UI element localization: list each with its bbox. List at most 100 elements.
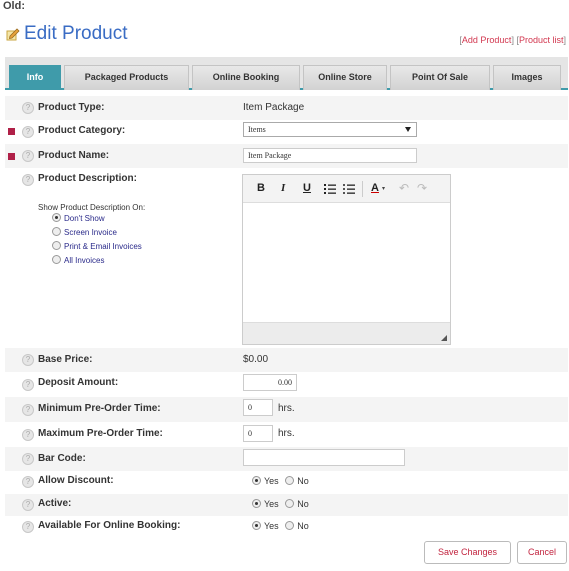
radio-yes[interactable] bbox=[252, 499, 261, 508]
row-bar-code: ? Bar Code: bbox=[5, 447, 568, 471]
bracket-separator: ] [ bbox=[511, 35, 519, 45]
tab-online-store[interactable]: Online Store bbox=[303, 65, 387, 90]
help-icon[interactable]: ? bbox=[22, 521, 34, 533]
toolbar-divider bbox=[362, 181, 363, 197]
ordered-list-icon[interactable] bbox=[324, 183, 336, 194]
undo-icon[interactable]: ↶ bbox=[399, 181, 409, 195]
editor-statusbar bbox=[243, 322, 450, 344]
base-price-value: $0.00 bbox=[243, 354, 269, 365]
bold-button[interactable]: B bbox=[257, 182, 265, 194]
radio-no-label: No bbox=[297, 476, 309, 486]
online-booking-label: Available For Online Booking: bbox=[38, 520, 181, 531]
bar-code-input[interactable] bbox=[243, 449, 405, 466]
product-category-selected: Items bbox=[248, 125, 266, 134]
save-changes-button[interactable]: Save Changes bbox=[424, 541, 511, 564]
product-description-label: Product Description: bbox=[38, 173, 137, 184]
radio-label: Print & Email Invoices bbox=[64, 242, 142, 251]
radio-no[interactable] bbox=[285, 499, 295, 508]
radio-screen-invoice[interactable]: Screen Invoice bbox=[52, 227, 117, 237]
help-icon[interactable]: ? bbox=[22, 174, 34, 186]
title-links: [Add Product] [Product list] bbox=[459, 35, 566, 45]
radio-yes[interactable] bbox=[252, 476, 261, 485]
bullet-list-icon[interactable] bbox=[343, 183, 355, 194]
show-description-label: Show Product Description On: bbox=[38, 203, 146, 212]
radio-yes[interactable] bbox=[252, 521, 261, 530]
online-booking-radios: Yes No bbox=[252, 521, 309, 531]
italic-button[interactable]: I bbox=[281, 182, 285, 194]
bar-code-label: Bar Code: bbox=[38, 453, 86, 464]
radio-yes-label: Yes bbox=[264, 476, 279, 486]
help-icon[interactable]: ? bbox=[22, 476, 34, 488]
help-icon[interactable]: ? bbox=[22, 150, 34, 162]
tab-bar: Info Packaged Products Online Booking On… bbox=[5, 57, 568, 90]
max-preorder-label: Maximum Pre-Order Time: bbox=[38, 428, 163, 439]
required-marker bbox=[8, 128, 15, 135]
tab-point-of-sale[interactable]: Point Of Sale bbox=[390, 65, 490, 90]
row-active: ? Active: Yes No bbox=[5, 494, 568, 516]
product-name-label: Product Name: bbox=[38, 150, 110, 161]
row-deposit-amount: ? Deposit Amount: 0.00 bbox=[5, 372, 568, 397]
chevron-down-icon bbox=[405, 127, 411, 132]
product-category-label: Product Category: bbox=[38, 125, 126, 136]
product-type-label: Product Type: bbox=[38, 102, 105, 113]
title-row: Edit Product [Add Product] [Product list… bbox=[6, 22, 566, 46]
radio-all-invoices[interactable]: All Invoices bbox=[52, 255, 104, 265]
min-preorder-label: Minimum Pre-Order Time: bbox=[38, 403, 161, 414]
row-min-preorder: ? Minimum Pre-Order Time: 0 hrs. bbox=[5, 397, 568, 422]
row-product-category: ? Product Category: Items bbox=[5, 120, 568, 144]
cancel-button[interactable]: Cancel bbox=[517, 541, 567, 564]
radio-icon bbox=[52, 227, 61, 236]
resize-grip-icon[interactable] bbox=[441, 335, 447, 341]
redo-icon[interactable]: ↷ bbox=[417, 181, 427, 195]
radio-selected-icon bbox=[52, 213, 61, 222]
row-online-booking: ? Available For Online Booking: Yes No bbox=[5, 516, 568, 538]
radio-no[interactable] bbox=[285, 521, 295, 530]
old-label: Old: bbox=[3, 0, 25, 12]
underline-button[interactable]: U bbox=[303, 182, 311, 194]
max-preorder-input[interactable]: 0 bbox=[243, 425, 273, 442]
radio-no[interactable] bbox=[285, 476, 295, 485]
min-preorder-input[interactable]: 0 bbox=[243, 399, 273, 416]
font-color-button[interactable]: A bbox=[371, 182, 379, 194]
chevron-down-icon: ▾ bbox=[382, 186, 386, 192]
deposit-amount-input[interactable]: 0.00 bbox=[243, 374, 297, 391]
row-max-preorder: ? Maximum Pre-Order Time: 0 hrs. bbox=[5, 422, 568, 447]
help-icon[interactable]: ? bbox=[22, 126, 34, 138]
tab-info[interactable]: Info bbox=[9, 65, 61, 90]
allow-discount-radios: Yes No bbox=[252, 476, 309, 486]
allow-discount-label: Allow Discount: bbox=[38, 475, 114, 486]
radio-label: Don't Show bbox=[64, 214, 105, 223]
add-product-link[interactable]: Add Product bbox=[462, 35, 512, 45]
edit-pencil-icon bbox=[6, 28, 20, 41]
help-icon[interactable]: ? bbox=[22, 453, 34, 465]
tab-images[interactable]: Images bbox=[493, 65, 561, 90]
tab-online-booking[interactable]: Online Booking bbox=[192, 65, 300, 90]
row-product-type: ? Product Type: Item Package bbox=[5, 96, 568, 120]
radio-no-label: No bbox=[297, 521, 309, 531]
radio-label: All Invoices bbox=[64, 256, 105, 265]
radio-print-email-invoices[interactable]: Print & Email Invoices bbox=[52, 241, 142, 251]
product-name-input[interactable]: Item Package bbox=[243, 148, 417, 163]
help-icon[interactable]: ? bbox=[22, 102, 34, 114]
help-icon[interactable]: ? bbox=[22, 354, 34, 366]
min-preorder-unit: hrs. bbox=[278, 403, 295, 414]
radio-yes-label: Yes bbox=[264, 521, 279, 531]
help-icon[interactable]: ? bbox=[22, 429, 34, 441]
help-icon[interactable]: ? bbox=[22, 404, 34, 416]
row-product-name: ? Product Name: Item Package bbox=[5, 144, 568, 168]
radio-icon bbox=[52, 241, 61, 250]
help-icon[interactable]: ? bbox=[22, 379, 34, 391]
radio-yes-label: Yes bbox=[264, 499, 279, 509]
product-category-select[interactable]: Items bbox=[243, 122, 417, 137]
row-base-price: ? Base Price: $0.00 bbox=[5, 348, 568, 372]
radio-dont-show[interactable]: Don't Show bbox=[52, 213, 105, 223]
help-icon[interactable]: ? bbox=[22, 499, 34, 511]
radio-no-label: No bbox=[297, 499, 309, 509]
editor-toolbar: B I U A ▾ ↶ ↷ bbox=[243, 175, 450, 203]
description-editor[interactable]: B I U A ▾ ↶ ↷ bbox=[242, 174, 451, 345]
product-list-link[interactable]: Product list bbox=[519, 35, 564, 45]
row-allow-discount: ? Allow Discount: Yes No bbox=[5, 471, 568, 494]
tab-packaged-products[interactable]: Packaged Products bbox=[64, 65, 189, 90]
bracket-close: ] bbox=[563, 35, 566, 45]
active-label: Active: bbox=[38, 498, 72, 509]
